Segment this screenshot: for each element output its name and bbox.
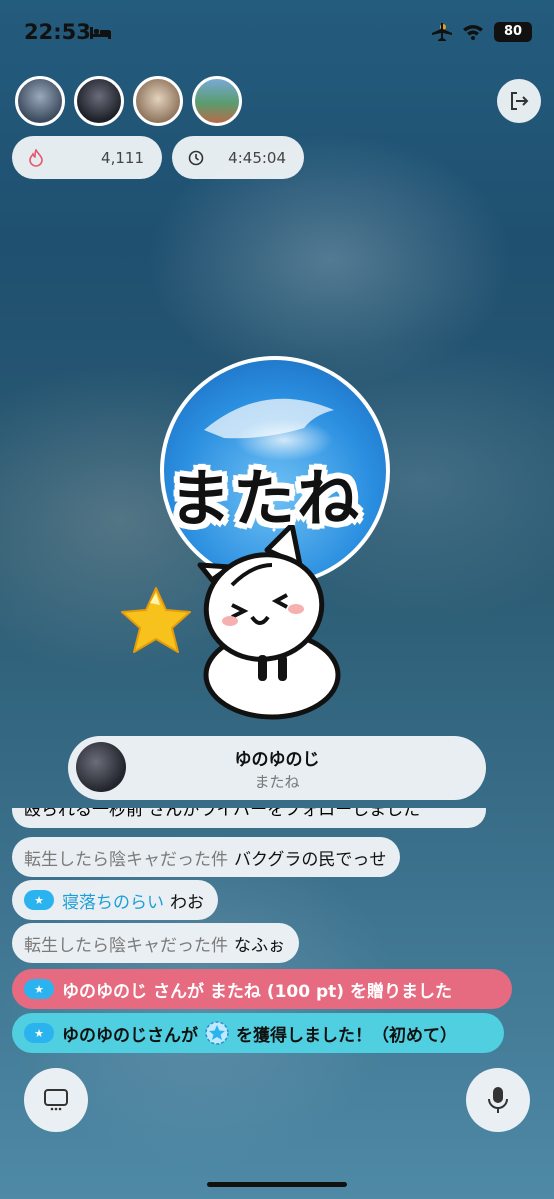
exit-button[interactable] [497,79,541,123]
viewer-avatar[interactable] [133,76,183,126]
chat-username[interactable]: 寝落ちのらい [62,888,164,913]
chat-message: 転生したら陰キャだった件 なふぉ [12,923,299,963]
wifi-icon [463,25,483,40]
achievement-message: ★ ゆのゆのじさんが を獲得しました！（初めて） [12,1013,504,1053]
viewer-list [15,76,242,126]
chat-text: ゆのゆのじさんが [62,1025,198,1046]
comment-screen-icon [44,1089,68,1111]
status-time: 22:53 [24,20,91,44]
viewer-avatar[interactable] [192,76,242,126]
cat-mascot-sticker [197,525,341,720]
chat-text: さんが またね (100 pt) を贈りました [153,981,452,1002]
star-icon [121,587,191,653]
sleep-icon [90,27,111,39]
microphone-icon [488,1087,508,1113]
achievement-badge-icon [205,1021,229,1045]
gift-message: ★ ゆのゆのじ さんが またね (100 pt) を贈りました [12,969,512,1009]
chat-message-cutoff: 殴られる一秒前 さんがライバーをフォローしました [12,808,486,828]
gift-name: またね [254,773,300,791]
clock-icon [188,150,204,165]
chat-text: を獲得しました！（初めて） [236,1025,457,1046]
viewer-avatar[interactable] [74,76,124,126]
comment-button[interactable] [24,1068,88,1132]
home-indicator[interactable] [207,1182,347,1187]
sender-name: ゆのゆのじ [234,750,320,770]
points-value: 4,111 [101,148,144,167]
chat-username[interactable]: ゆのゆのじ [62,977,147,1002]
star-badge-icon: ★ [24,890,54,910]
chat-message: ★ 寝落ちのらい わお [12,880,218,920]
microphone-button[interactable] [466,1068,530,1132]
exit-icon [511,92,529,110]
gift-banner: ゆのゆのじ またね [68,736,486,800]
chat-username[interactable]: 転生したら陰キャだった件 [24,931,228,956]
points-pill: 4,111 [12,136,162,179]
star-badge-icon: ★ [24,1023,54,1043]
star-badge-icon: ★ [24,979,54,999]
status-bar: 22:53 80 [0,18,554,48]
battery-indicator: 80 [494,22,532,42]
chat-text: バクグラの民でっせ [234,849,387,870]
elapsed-time: 4:45:04 [228,148,286,167]
chat-text: なふぉ [234,935,285,956]
chat-username[interactable]: 転生したら陰キャだった件 [24,845,228,870]
flame-icon [29,148,43,167]
viewer-avatar[interactable] [15,76,65,126]
chat-message: 転生したら陰キャだった件 バクグラの民でっせ [12,837,401,877]
chat-text: わお [170,892,204,913]
chat-message-text: 殴られる一秒前 さんがライバーをフォローしました [12,808,486,828]
timer-pill: 4:45:04 [172,136,304,179]
airplane-icon [432,23,452,41]
chat-list: 殴られる一秒前 さんがライバーをフォローしました 転生したら陰キャだった件 バク… [12,808,532,1058]
